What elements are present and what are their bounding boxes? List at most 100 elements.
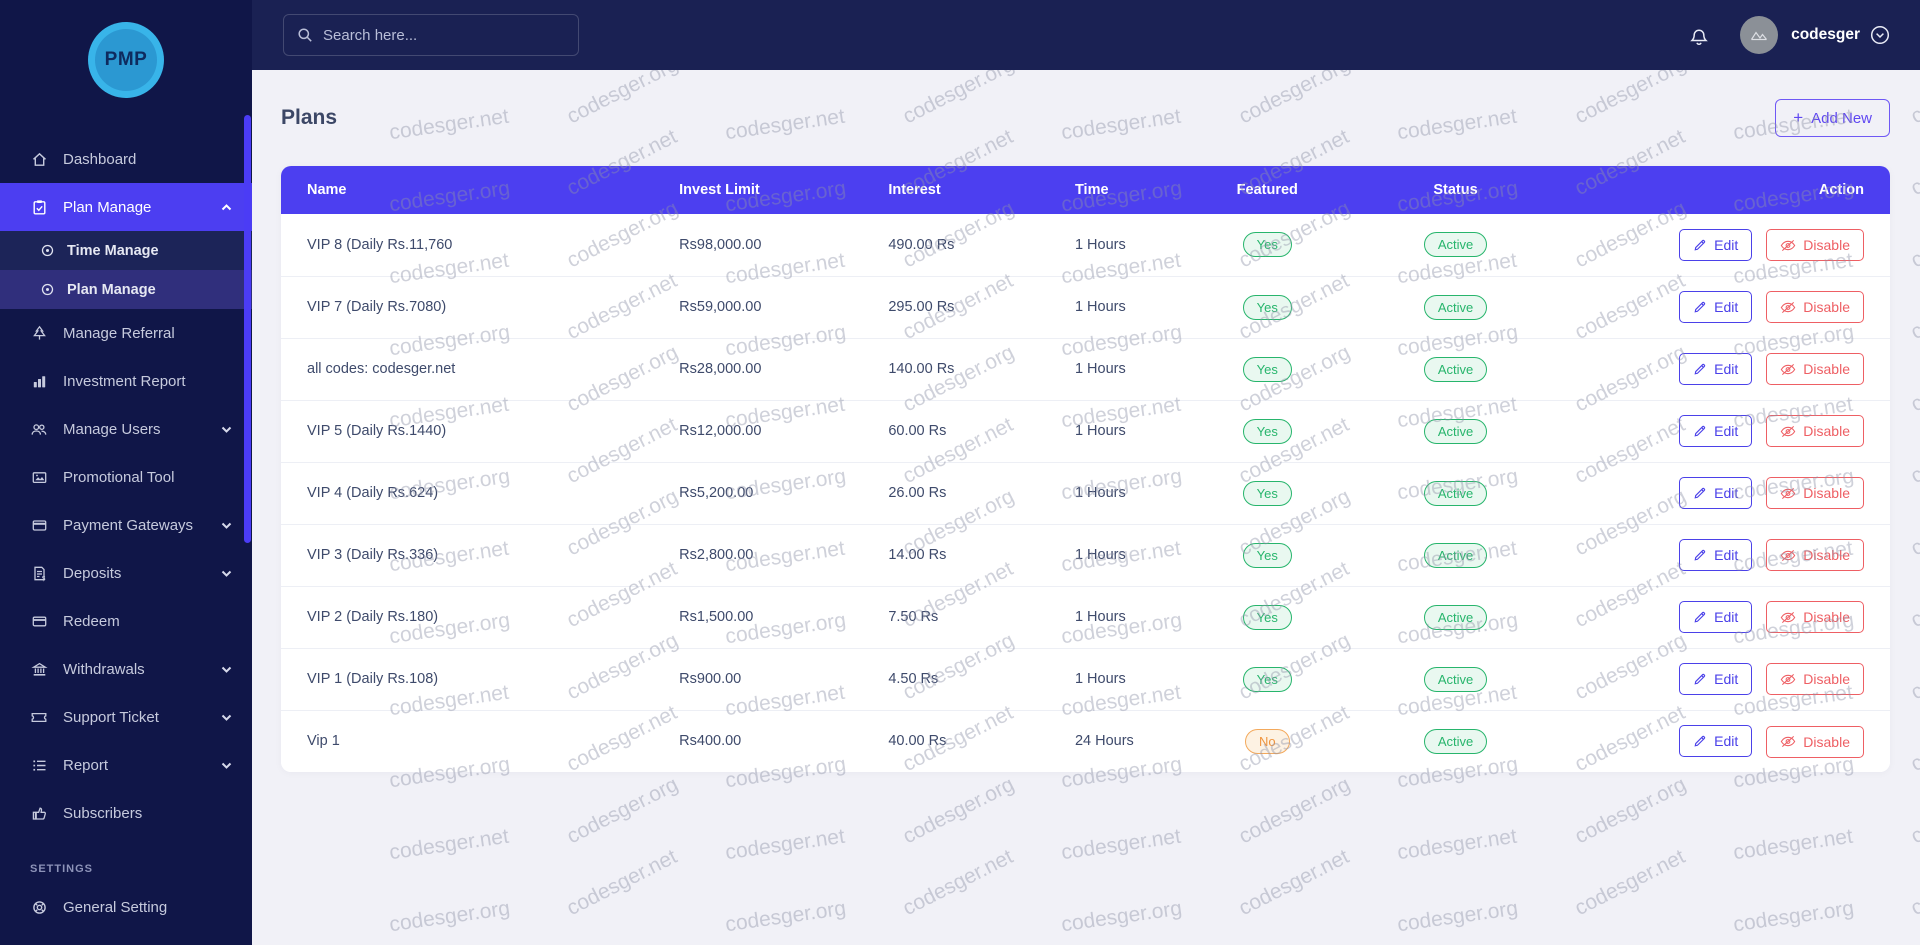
edit-button[interactable]: Edit: [1679, 662, 1753, 695]
status-badge: Active: [1423, 728, 1488, 754]
edit-button[interactable]: Edit: [1679, 538, 1753, 571]
add-new-button[interactable]: + Add New: [1775, 99, 1890, 137]
featured-badge: Yes: [1242, 232, 1292, 258]
sidebar-item-promotional-tool[interactable]: Promotional Tool: [0, 453, 252, 501]
credit-card-icon: [30, 517, 48, 534]
sidebar-item-general-setting[interactable]: General Setting: [0, 883, 252, 931]
time: 1 Hours: [1062, 214, 1160, 276]
sidebar-item-report[interactable]: Report: [0, 741, 252, 789]
sidebar-subitem-label: Time Manage: [67, 242, 159, 259]
interest: 26.00 Rs: [876, 461, 1063, 524]
invest-limit: Rs400.00: [667, 709, 877, 772]
sidebar-section-settings: SETTINGS: [30, 863, 94, 875]
sidebar-item-deposits[interactable]: $ Deposits: [0, 549, 252, 597]
sidebar-item-manage-referral[interactable]: Manage Referral: [0, 309, 252, 357]
time: 24 Hours: [1062, 709, 1160, 772]
edit-button[interactable]: Edit: [1679, 600, 1753, 633]
sidebar-item-redeem[interactable]: Redeem: [0, 597, 252, 645]
sidebar-item-label: Withdrawals: [63, 660, 145, 678]
sidebar-item-label: Deposits: [63, 564, 122, 582]
table-row: VIP 5 (Daily Rs.1440) Rs12,000.00 60.00 …: [281, 399, 1890, 462]
sidebar-item-plan-manage[interactable]: Plan Manage: [0, 183, 252, 231]
sidebar-item-payment-gateways[interactable]: Payment Gateways: [0, 501, 252, 549]
sidebar-item-label: Dashboard: [63, 150, 137, 168]
interest: 140.00 Rs: [876, 337, 1063, 400]
clipboard-icon: [30, 199, 48, 216]
status-badge: Active: [1423, 418, 1488, 444]
logo-ring: PMP: [88, 22, 164, 98]
sidebar-subitem-plan-manage[interactable]: Plan Manage: [0, 270, 252, 309]
interest: 40.00 Rs: [876, 709, 1063, 772]
edit-button[interactable]: Edit: [1679, 414, 1753, 447]
invest-limit: Rs5,200.00: [667, 461, 877, 524]
edit-button[interactable]: Edit: [1679, 352, 1753, 385]
plan-name: VIP 1 (Daily Rs.108): [281, 647, 668, 710]
tree-icon: [30, 325, 48, 342]
edit-button[interactable]: Edit: [1679, 228, 1753, 261]
chevron-up-icon: [221, 199, 232, 216]
table-row: VIP 2 (Daily Rs.180) Rs1,500.00 7.50 Rs …: [281, 585, 1890, 648]
disable-button[interactable]: Disable: [1766, 229, 1864, 261]
status-badge: Active: [1423, 542, 1488, 568]
disable-button[interactable]: Disable: [1766, 601, 1864, 634]
disable-button[interactable]: Disable: [1766, 539, 1864, 572]
sidebar-item-label: Manage Users: [63, 420, 161, 438]
chevron-circle-down-icon[interactable]: [1870, 25, 1890, 45]
sidebar-item-withdrawals[interactable]: Withdrawals: [0, 645, 252, 693]
featured-badge: Yes: [1242, 294, 1292, 320]
plus-icon: +: [1793, 108, 1804, 127]
sidebar-item-label: Manage Referral: [63, 324, 175, 342]
featured-badge: Yes: [1242, 480, 1292, 506]
sidebar-item-dashboard[interactable]: Dashboard: [0, 135, 252, 183]
status-badge: Active: [1423, 604, 1488, 630]
disable-button[interactable]: Disable: [1766, 725, 1864, 758]
search-input[interactable]: [323, 26, 565, 44]
column-header-interest: Interest: [876, 166, 1063, 214]
column-header-featured: Featured: [1159, 166, 1376, 214]
status-badge: Active: [1423, 294, 1488, 320]
plan-name: VIP 3 (Daily Rs.336): [281, 523, 668, 586]
column-header-status: Status: [1375, 166, 1536, 214]
interest: 60.00 Rs: [876, 399, 1063, 462]
sidebar-item-subscribers[interactable]: Subscribers: [0, 789, 252, 837]
featured-badge: Yes: [1242, 604, 1292, 630]
plan-name: VIP 5 (Daily Rs.1440): [281, 399, 668, 462]
disable-button[interactable]: Disable: [1766, 353, 1864, 386]
username[interactable]: codesger: [1791, 26, 1860, 44]
sidebar-scrollbar[interactable]: [244, 115, 251, 543]
sidebar-item-label: Payment Gateways: [63, 516, 194, 534]
chevron-down-icon: [221, 661, 232, 678]
status-badge: Active: [1423, 666, 1488, 692]
sidebar-item-manage-users[interactable]: Manage Users: [0, 405, 252, 453]
invest-limit: Rs1,500.00: [667, 585, 877, 648]
disable-button[interactable]: Disable: [1766, 291, 1864, 324]
plan-name: VIP 7 (Daily Rs.7080): [281, 275, 668, 338]
topbar-right: codesger: [1688, 16, 1890, 54]
disable-button[interactable]: Disable: [1766, 415, 1864, 448]
main-area: codesger Plans + Add New: [252, 0, 1920, 945]
column-header-action: Action: [1535, 166, 1890, 214]
column-header-time: Time: [1062, 166, 1160, 214]
plan-name: VIP 2 (Daily Rs.180): [281, 585, 668, 648]
notification-bell-icon[interactable]: [1688, 23, 1710, 47]
gear-icon: [30, 899, 48, 916]
status-badge: Active: [1423, 356, 1488, 382]
sidebar: PMP Dashboard Plan Manage Time Manage Pl…: [0, 0, 252, 945]
table-row: all codes: codesger.net Rs28,000.00 140.…: [281, 337, 1890, 400]
list-icon: [30, 757, 48, 774]
avatar[interactable]: [1740, 16, 1779, 54]
sidebar-subitem-time-manage[interactable]: Time Manage: [0, 231, 252, 270]
invest-limit: Rs2,800.00: [667, 523, 877, 586]
sidebar-item-investment-report[interactable]: Investment Report: [0, 357, 252, 405]
disable-button[interactable]: Disable: [1766, 477, 1864, 510]
topbar: codesger: [252, 0, 1920, 70]
featured-badge: Yes: [1242, 666, 1292, 692]
edit-button[interactable]: Edit: [1679, 476, 1753, 509]
edit-button[interactable]: Edit: [1679, 725, 1753, 757]
edit-button[interactable]: Edit: [1679, 290, 1753, 323]
invoice-dollar-icon: $: [30, 565, 48, 582]
disable-button[interactable]: Disable: [1766, 663, 1864, 696]
sidebar-item-label: Promotional Tool: [63, 468, 175, 486]
sidebar-item-support-ticket[interactable]: Support Ticket: [0, 693, 252, 741]
time: 1 Hours: [1062, 647, 1160, 710]
